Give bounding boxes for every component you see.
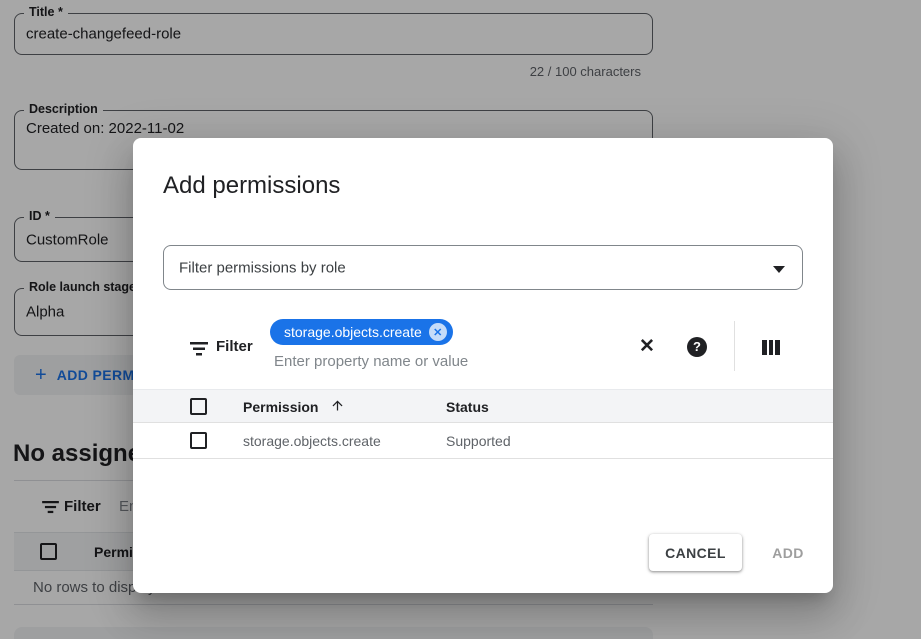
cancel-button[interactable]: CANCEL [649,534,742,571]
select-all-checkbox[interactable] [190,398,207,415]
status-column-header[interactable]: Status [446,399,489,415]
help-icon[interactable]: ? [687,337,707,357]
filter-permissions-by-role-dropdown[interactable]: Filter permissions by role [163,245,803,290]
permission-column-header[interactable]: Permission [243,399,318,415]
row-checkbox[interactable] [190,432,207,449]
filter-chip-storage-objects-create[interactable]: storage.objects.create ✕ [270,319,453,345]
column-display-options-icon[interactable] [762,340,780,355]
dialog-filter-input[interactable] [274,350,604,372]
filter-chip-text: storage.objects.create [284,324,422,340]
permission-table-row[interactable]: storage.objects.create Supported [133,423,833,459]
dialog-title: Add permissions [163,172,340,200]
row-status-cell: Supported [446,433,511,449]
add-permissions-dialog: Add permissions Filter permissions by ro… [133,138,833,593]
dropdown-caret-icon [773,266,785,273]
dialog-filter-label: Filter [216,338,253,355]
toolbar-divider [734,321,735,371]
add-button[interactable]: ADD [753,534,823,571]
sort-ascending-icon [330,398,345,418]
filter-icon [190,342,208,361]
role-filter-placeholder: Filter permissions by role [179,259,346,276]
clear-filter-icon[interactable]: ✕ [635,335,659,359]
row-permission-cell: storage.objects.create [243,433,381,449]
chip-remove-icon[interactable]: ✕ [429,323,447,341]
screen: Title * create-changefeed-role 22 / 100 … [0,0,921,639]
dialog-table-header: Permission Status [133,389,833,423]
